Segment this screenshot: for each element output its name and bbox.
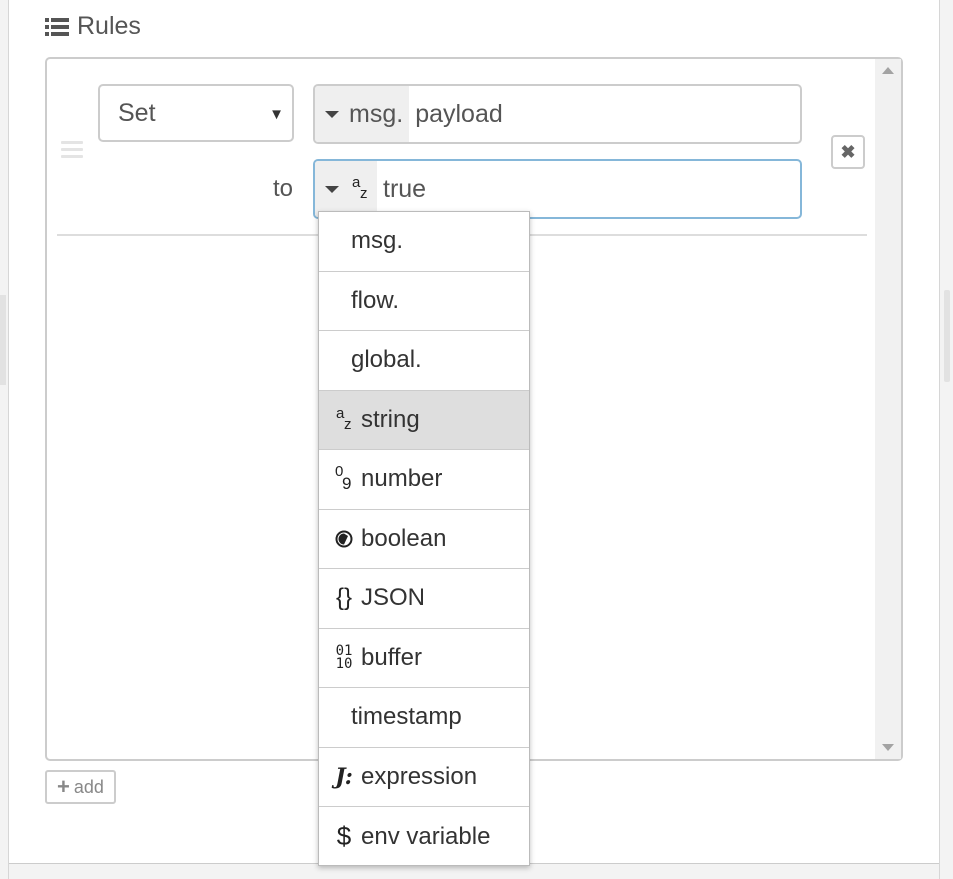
rules-section-header: Rules bbox=[45, 12, 141, 41]
type-option-flow[interactable]: flow. bbox=[319, 272, 529, 331]
option-label: string bbox=[361, 405, 420, 433]
scrollbar[interactable] bbox=[875, 59, 901, 759]
type-option-msg[interactable]: msg. bbox=[319, 212, 529, 272]
type-option-number[interactable]: 09 number bbox=[319, 450, 529, 510]
type-option-buffer[interactable]: 01 10 buffer bbox=[319, 629, 529, 688]
option-label: msg. bbox=[351, 227, 404, 255]
right-panel-border bbox=[939, 0, 953, 879]
target-type-button[interactable]: msg. bbox=[315, 86, 410, 142]
list-icon bbox=[45, 17, 69, 36]
jsonata-icon: J: bbox=[335, 763, 353, 790]
caret-down-icon bbox=[325, 185, 339, 193]
option-label: number bbox=[361, 465, 443, 493]
az-string-icon: az bbox=[336, 404, 352, 433]
target-type-label: msg. bbox=[349, 99, 404, 128]
type-option-env-variable[interactable]: $ env variable bbox=[319, 807, 529, 867]
right-resize-grip[interactable] bbox=[944, 290, 950, 382]
az-string-icon: az bbox=[352, 174, 368, 202]
type-option-global[interactable]: global. bbox=[319, 331, 529, 391]
value-type-button[interactable]: az bbox=[315, 161, 377, 217]
plus-icon: + bbox=[57, 774, 70, 799]
option-label: timestamp bbox=[351, 703, 462, 731]
type-option-json[interactable]: {} JSON bbox=[319, 569, 529, 629]
scroll-down-arrow-icon[interactable] bbox=[882, 744, 894, 751]
delete-rule-button[interactable]: ✖ bbox=[831, 135, 865, 169]
value-type-dropdown: msg. flow. global. az string 09 number b… bbox=[318, 211, 530, 866]
value-input[interactable]: az true bbox=[313, 159, 802, 219]
option-label: flow. bbox=[351, 286, 400, 314]
rule-action-select[interactable]: Set ▼ bbox=[98, 84, 294, 142]
option-label: buffer bbox=[361, 643, 422, 671]
rules-title: Rules bbox=[77, 12, 141, 40]
type-option-expression[interactable]: J: expression bbox=[319, 748, 529, 807]
option-label: env variable bbox=[361, 822, 491, 850]
option-label: JSON bbox=[361, 584, 426, 612]
drag-handle-icon[interactable] bbox=[61, 141, 83, 159]
close-icon: ✖ bbox=[840, 141, 856, 162]
boolean-icon bbox=[329, 530, 359, 548]
value-text[interactable]: true bbox=[377, 161, 426, 217]
dollar-icon: $ bbox=[336, 821, 352, 852]
to-label: to bbox=[273, 175, 294, 202]
option-label: boolean bbox=[361, 524, 447, 552]
braces-icon: {} bbox=[335, 584, 353, 612]
type-option-boolean[interactable]: boolean bbox=[319, 510, 529, 569]
binary-icon: 01 10 bbox=[335, 642, 353, 672]
add-rule-label: add bbox=[73, 776, 104, 797]
type-option-string[interactable]: az string bbox=[319, 390, 529, 450]
rule-action-value: Set bbox=[118, 98, 156, 127]
option-label: expression bbox=[361, 762, 478, 790]
add-rule-button[interactable]: + add bbox=[45, 770, 116, 804]
type-option-timestamp[interactable]: timestamp bbox=[319, 688, 529, 748]
left-resize-grip[interactable] bbox=[0, 295, 6, 385]
select-arrow-icon: ▼ bbox=[269, 106, 284, 123]
left-panel-border bbox=[0, 0, 9, 879]
caret-down-icon bbox=[325, 110, 339, 118]
option-label: global. bbox=[351, 346, 422, 374]
property-target-input[interactable]: msg. payload bbox=[313, 84, 802, 144]
target-property-value[interactable]: payload bbox=[409, 86, 503, 142]
number-09-icon: 09 bbox=[335, 463, 352, 494]
scroll-up-arrow-icon[interactable] bbox=[882, 67, 894, 74]
